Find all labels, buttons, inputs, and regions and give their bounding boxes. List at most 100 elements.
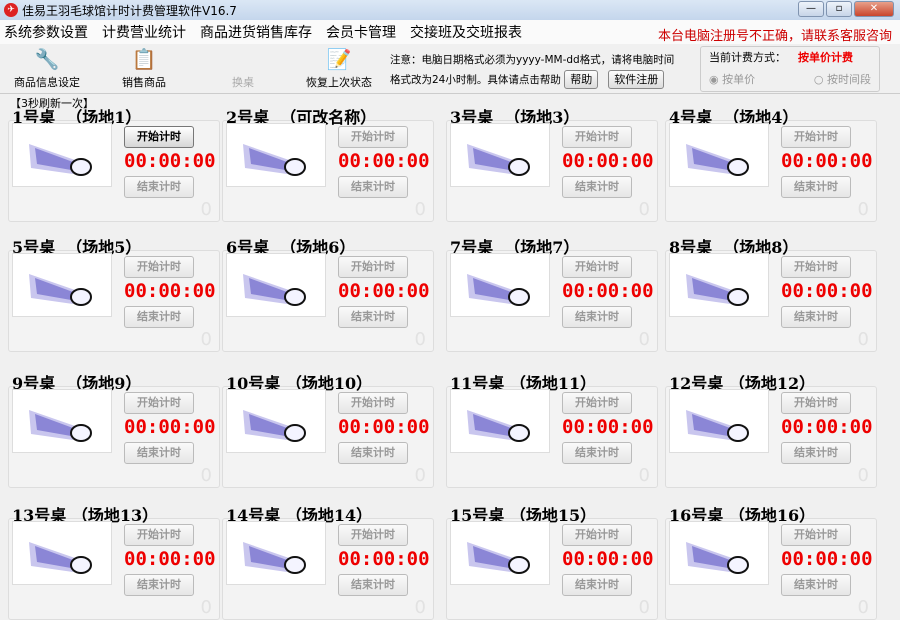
shuttlecock-image — [226, 253, 326, 317]
start-timer-button[interactable]: 开始计时 — [338, 392, 408, 414]
table-count: 0 — [414, 465, 426, 486]
end-timer-button[interactable]: 结束计时 — [124, 176, 194, 198]
table-card: 7号桌 （场地7） 开始计时 00:00:00 结束计时 0 — [446, 234, 658, 352]
edit-icon: 📝 — [326, 47, 352, 71]
end-timer-button[interactable]: 结束计时 — [338, 442, 408, 464]
shuttlecock-image — [450, 123, 550, 187]
end-timer-button[interactable]: 结束计时 — [562, 442, 632, 464]
table-count: 0 — [414, 597, 426, 618]
start-timer-button[interactable]: 开始计时 — [562, 524, 632, 546]
start-timer-button[interactable]: 开始计时 — [781, 126, 851, 148]
elapsed-time: 00:00:00 — [781, 150, 873, 172]
table-card: 13号桌 （场地13） 开始计时 00:00:00 结束计时 0 — [8, 502, 220, 620]
elapsed-time: 00:00:00 — [562, 416, 654, 438]
shuttlecock-image — [669, 389, 769, 453]
elapsed-time: 00:00:00 — [781, 548, 873, 570]
start-timer-button[interactable]: 开始计时 — [781, 392, 851, 414]
elapsed-time: 00:00:00 — [124, 150, 216, 172]
menu-billing-stats[interactable]: 计费营业统计 — [102, 22, 186, 42]
shuttlecock-image — [12, 253, 112, 317]
end-timer-button[interactable]: 结束计时 — [338, 176, 408, 198]
shuttlecock-image — [226, 123, 326, 187]
elapsed-time: 00:00:00 — [781, 416, 873, 438]
register-button[interactable]: 软件注册 — [608, 70, 665, 89]
toolbar: 🔧 商品信息设定 📋 销售商品 换桌 📝 恢复上次状态 注意：电脑日期格式必须为yyy… — [0, 44, 900, 94]
tools-icon: 🔧 — [34, 47, 60, 71]
start-timer-button[interactable]: 开始计时 — [562, 126, 632, 148]
sell-product-button[interactable]: 📋 销售商品 — [122, 46, 166, 90]
elapsed-time: 00:00:00 — [338, 280, 430, 302]
end-timer-button[interactable]: 结束计时 — [781, 306, 851, 328]
start-timer-button[interactable]: 开始计时 — [562, 392, 632, 414]
start-timer-button[interactable]: 开始计时 — [124, 524, 194, 546]
table-card: 10号桌 （场地10） 开始计时 00:00:00 结束计时 0 — [222, 370, 434, 488]
end-timer-button[interactable]: 结束计时 — [562, 176, 632, 198]
start-timer-button[interactable]: 开始计时 — [338, 126, 408, 148]
end-timer-button[interactable]: 结束计时 — [124, 574, 194, 596]
radio-time-period[interactable]: ○ 按时间段 — [814, 71, 871, 87]
start-timer-button[interactable]: 开始计时 — [124, 256, 194, 278]
end-timer-button[interactable]: 结束计时 — [124, 306, 194, 328]
shuttlecock-image — [226, 521, 326, 585]
table-count: 0 — [857, 199, 869, 220]
table-count: 0 — [638, 329, 650, 350]
start-timer-button[interactable]: 开始计时 — [562, 256, 632, 278]
table-card: 15号桌 （场地15） 开始计时 00:00:00 结束计时 0 — [446, 502, 658, 620]
product-settings-button[interactable]: 🔧 商品信息设定 — [14, 46, 80, 90]
table-card: 2号桌 （可改名称） 开始计时 00:00:00 结束计时 0 — [222, 104, 434, 222]
table-card: 1号桌 （场地1） 开始计时 00:00:00 结束计时 0 — [8, 104, 220, 222]
shuttlecock-image — [450, 521, 550, 585]
table-count: 0 — [638, 465, 650, 486]
menu-member-card[interactable]: 会员卡管理 — [326, 22, 396, 42]
start-timer-button[interactable]: 开始计时 — [124, 392, 194, 414]
elapsed-time: 00:00:00 — [124, 548, 216, 570]
menu-system-settings[interactable]: 系统参数设置 — [4, 22, 88, 42]
table-count: 0 — [200, 199, 212, 220]
end-timer-button[interactable]: 结束计时 — [781, 442, 851, 464]
minimize-button[interactable]: — — [798, 1, 824, 17]
maximize-button[interactable]: ▫ — [826, 1, 852, 17]
elapsed-time: 00:00:00 — [562, 150, 654, 172]
end-timer-button[interactable]: 结束计时 — [562, 574, 632, 596]
table-card: 14号桌 （场地14） 开始计时 00:00:00 结束计时 0 — [222, 502, 434, 620]
table-count: 0 — [638, 199, 650, 220]
table-count: 0 — [857, 329, 869, 350]
end-timer-button[interactable]: 结束计时 — [781, 176, 851, 198]
end-timer-button[interactable]: 结束计时 — [124, 442, 194, 464]
registration-warning: 本台电脑注册号不正确，请联系客服咨询 — [657, 29, 892, 44]
billing-mode-current: 按单价计费 — [798, 51, 853, 64]
shuttlecock-image — [669, 123, 769, 187]
menu-inventory[interactable]: 商品进货销售库存 — [200, 22, 312, 42]
start-timer-button[interactable]: 开始计时 — [338, 524, 408, 546]
end-timer-button[interactable]: 结束计时 — [781, 574, 851, 596]
close-button[interactable]: ✕ — [854, 1, 894, 17]
help-button[interactable]: 帮助 — [564, 70, 599, 89]
shuttlecock-image — [450, 389, 550, 453]
radio-unit-price[interactable]: ◉ 按单价 — [709, 71, 755, 87]
elapsed-time: 00:00:00 — [562, 548, 654, 570]
menu-shift-report[interactable]: 交接班及交班报表 — [410, 22, 522, 42]
end-timer-button[interactable]: 结束计时 — [338, 574, 408, 596]
restore-state-button[interactable]: 📝 恢复上次状态 — [306, 46, 372, 90]
shuttlecock-image — [226, 389, 326, 453]
swap-table-button[interactable]: 换桌 — [230, 46, 256, 90]
elapsed-time: 00:00:00 — [124, 416, 216, 438]
table-count: 0 — [857, 597, 869, 618]
table-card: 6号桌 （场地6） 开始计时 00:00:00 结束计时 0 — [222, 234, 434, 352]
shuttlecock-image — [12, 521, 112, 585]
table-count: 0 — [638, 597, 650, 618]
start-timer-button[interactable]: 开始计时 — [124, 126, 194, 148]
end-timer-button[interactable]: 结束计时 — [338, 306, 408, 328]
start-timer-button[interactable]: 开始计时 — [338, 256, 408, 278]
shuttlecock-image — [12, 389, 112, 453]
window-title: 佳易王羽毛球馆计时计费管理软件V16.7 — [22, 3, 237, 18]
app-logo-icon: ✈ — [4, 3, 18, 17]
table-card: 3号桌 （场地3） 开始计时 00:00:00 结束计时 0 — [446, 104, 658, 222]
title-bar: ✈ 佳易王羽毛球馆计时计费管理软件V16.7 — ▫ ✕ — [0, 0, 900, 20]
start-timer-button[interactable]: 开始计时 — [781, 524, 851, 546]
elapsed-time: 00:00:00 — [338, 548, 430, 570]
billing-mode-group: 当前计费方式： 按单价计费 ◉ 按单价 ○ 按时间段 — [700, 46, 880, 92]
table-card: 9号桌 （场地9） 开始计时 00:00:00 结束计时 0 — [8, 370, 220, 488]
end-timer-button[interactable]: 结束计时 — [562, 306, 632, 328]
start-timer-button[interactable]: 开始计时 — [781, 256, 851, 278]
